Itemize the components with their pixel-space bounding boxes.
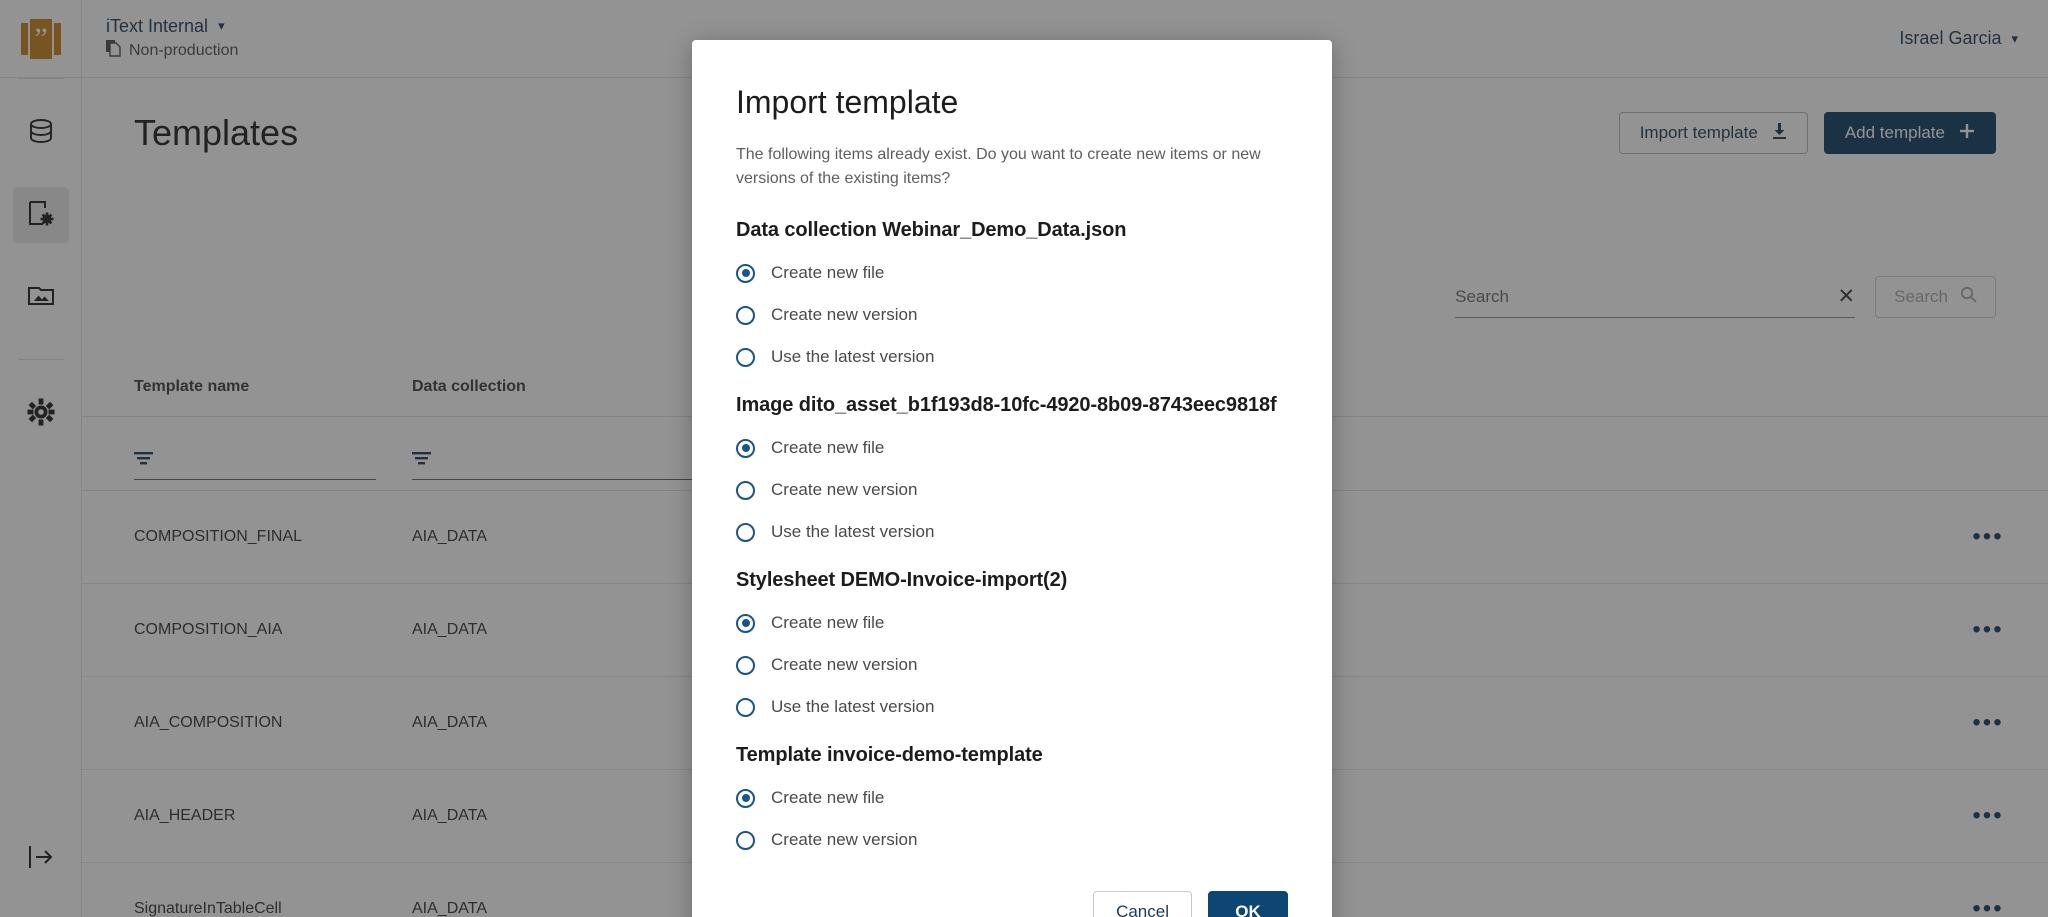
radio-option[interactable]: Use the latest version xyxy=(736,342,1288,372)
radio-button[interactable] xyxy=(736,306,755,325)
radio-button[interactable] xyxy=(736,264,755,283)
radio-button[interactable] xyxy=(736,439,755,458)
radio-button[interactable] xyxy=(736,698,755,717)
radio-option-label: Use the latest version xyxy=(771,522,934,542)
radio-button[interactable] xyxy=(736,523,755,542)
app-root: ” iText Internal ▾ Non-producti xyxy=(0,0,2048,917)
conflict-group: Image dito_asset_b1f193d8-10fc-4920-8b09… xyxy=(736,394,1288,547)
dialog-title: Import template xyxy=(736,84,1288,121)
radio-option-label: Create new file xyxy=(771,613,884,633)
cancel-button[interactable]: Cancel xyxy=(1093,891,1192,917)
conflict-group: Template invoice-demo-template Create new… xyxy=(736,744,1288,855)
radio-option-label: Create new version xyxy=(771,305,917,325)
radio-option[interactable]: Use the latest version xyxy=(736,517,1288,547)
radio-option-label: Use the latest version xyxy=(771,347,934,367)
radio-option-label: Use the latest version xyxy=(771,697,934,717)
dialog-actions: Cancel OK xyxy=(736,891,1288,917)
conflict-group-heading: Stylesheet DEMO-Invoice-import(2) xyxy=(736,569,1288,592)
radio-option-label: Create new version xyxy=(771,655,917,675)
radio-button[interactable] xyxy=(736,831,755,850)
dialog-intro-text: The following items already exist. Do yo… xyxy=(736,143,1288,191)
radio-button[interactable] xyxy=(736,789,755,808)
conflict-group-heading: Data collection Webinar_Demo_Data.json xyxy=(736,219,1288,242)
radio-button[interactable] xyxy=(736,348,755,367)
import-template-dialog: Import template The following items alre… xyxy=(692,40,1332,917)
radio-option[interactable]: Create new file xyxy=(736,433,1288,463)
radio-option-label: Create new version xyxy=(771,830,917,850)
conflict-group: Stylesheet DEMO-Invoice-import(2) Create … xyxy=(736,569,1288,722)
radio-option[interactable]: Create new version xyxy=(736,825,1288,855)
radio-option[interactable]: Use the latest version xyxy=(736,692,1288,722)
radio-option-label: Create new version xyxy=(771,480,917,500)
radio-button[interactable] xyxy=(736,656,755,675)
radio-option[interactable]: Create new version xyxy=(736,650,1288,680)
radio-option-label: Create new file xyxy=(771,438,884,458)
conflict-groups: Data collection Webinar_Demo_Data.json Cr… xyxy=(736,219,1288,855)
radio-option[interactable]: Create new file xyxy=(736,608,1288,638)
radio-option[interactable]: Create new version xyxy=(736,475,1288,505)
conflict-group: Data collection Webinar_Demo_Data.json Cr… xyxy=(736,219,1288,372)
conflict-group-heading: Image dito_asset_b1f193d8-10fc-4920-8b09… xyxy=(736,394,1288,417)
radio-button[interactable] xyxy=(736,481,755,500)
ok-button[interactable]: OK xyxy=(1208,891,1288,917)
radio-option[interactable]: Create new file xyxy=(736,258,1288,288)
conflict-group-heading: Template invoice-demo-template xyxy=(736,744,1288,767)
radio-option-label: Create new file xyxy=(771,788,884,808)
radio-option-label: Create new file xyxy=(771,263,884,283)
radio-option[interactable]: Create new version xyxy=(736,300,1288,330)
radio-button[interactable] xyxy=(736,614,755,633)
radio-option[interactable]: Create new file xyxy=(736,783,1288,813)
